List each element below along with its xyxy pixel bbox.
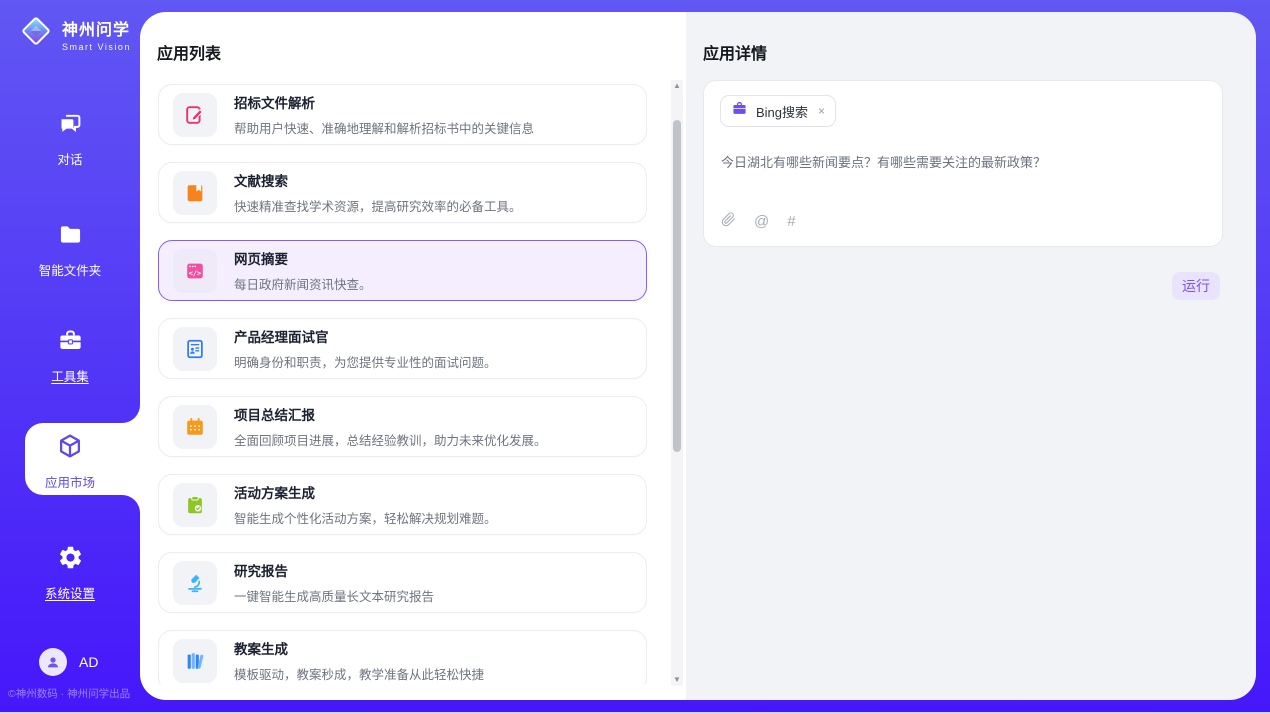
brand-diamond-icon [18, 13, 54, 54]
app-card-project-summary[interactable]: 项目总结汇报 全面回顾项目进展，总结经验教训，助力未来优化发展。 [158, 396, 647, 457]
tool-tag-bing-search[interactable]: Bing搜索 × [720, 95, 836, 127]
scrollbar-down-icon[interactable]: ▼ [671, 674, 683, 686]
app-card-desc: 明确身份和职责，为您提供专业性的面试问题。 [234, 352, 497, 371]
bubble-cap-top [122, 405, 140, 423]
sidebar-item-settings[interactable]: 系统设置 [0, 544, 140, 602]
scrollbar-up-icon[interactable]: ▲ [671, 80, 683, 92]
app-card-desc: 快速精准查找学术资源，提高研究效率的必备工具。 [234, 196, 522, 215]
brand-name: 神州问学 [62, 22, 130, 39]
folder-icon [57, 235, 84, 252]
app-card-desc: 模板驱动，教案秒成，教学准备从此轻松快捷 [234, 664, 484, 683]
app-card-desc: 全面回顾项目进展，总结经验教训，助力未来优化发展。 [234, 430, 547, 449]
app-card-web-summary[interactable]: </> 网页摘要 每日政府新闻资讯快查。 [158, 240, 647, 301]
app-card-desc: 每日政府新闻资讯快查。 [234, 274, 372, 293]
sidebar-item-chat[interactable]: 对话 [0, 110, 140, 168]
mention-at-icon[interactable]: @ [754, 213, 769, 231]
app-card-desc: 一键智能生成高质量长文本研究报告 [234, 586, 434, 605]
app-list-panel: 应用列表 招标文件解析 帮助用户快速、准确地理解和解析招标书中的关键信息 [140, 12, 686, 700]
brand-logo: 神州问学 Smart Vision [18, 13, 131, 54]
avatar [39, 648, 67, 676]
gear-icon [57, 558, 84, 575]
sidebar-item-toolset[interactable]: 工具集 [0, 327, 140, 385]
app-card-literature-search[interactable]: 文献搜索 快速精准查找学术资源，提高研究效率的必备工具。 [158, 162, 647, 223]
app-card-title: 教案生成 [234, 638, 484, 658]
query-text[interactable]: 今日湖北有哪些新闻要点？有哪些需要关注的最新政策？ [721, 153, 1206, 173]
app-card-title: 项目总结汇报 [234, 404, 547, 424]
cube-icon [56, 447, 84, 464]
list-scrollbar[interactable]: ▲ ▼ [671, 80, 683, 686]
clipboard-check-icon [173, 483, 217, 527]
hash-icon[interactable]: # [787, 213, 795, 231]
app-card-list: 招标文件解析 帮助用户快速、准确地理解和解析招标书中的关键信息 文献搜索 快速精… [158, 84, 647, 684]
tag-close-icon[interactable]: × [818, 104, 825, 118]
toolbox-icon [57, 341, 84, 358]
briefcase-icon [731, 100, 748, 122]
app-detail-panel: 应用详情 Bing搜索 × 今日湖北有哪些新闻要点？有哪些需要关注的最新政策？ [686, 12, 1256, 700]
app-card-desc: 智能生成个性化活动方案，轻松解决规划难题。 [234, 508, 497, 527]
sidebar-item-smart-folder[interactable]: 智能文件夹 [0, 221, 140, 279]
app-card-event-plan[interactable]: 活动方案生成 智能生成个性化活动方案，轻松解决规划难题。 [158, 474, 647, 535]
sidebar-item-label: 系统设置 [0, 583, 140, 602]
scrollbar-thumb[interactable] [673, 120, 681, 452]
app-card-title: 产品经理面试官 [234, 326, 497, 346]
sidebar-item-app-market[interactable]: 应用市场 [0, 432, 140, 491]
prompt-input-card[interactable]: Bing搜索 × 今日湖北有哪些新闻要点？有哪些需要关注的最新政策？ @ # [703, 80, 1223, 247]
user-name: AD [79, 654, 98, 670]
sidebar: 神州问学 Smart Vision 对话 智能文件夹 [0, 0, 140, 714]
sidebar-item-label: 应用市场 [0, 472, 140, 491]
app-card-title: 活动方案生成 [234, 482, 497, 502]
app-card-title: 网页摘要 [234, 248, 372, 268]
resume-icon [173, 327, 217, 371]
attachment-toolbar: @ # [721, 211, 796, 233]
run-button[interactable]: 运行 [1172, 272, 1220, 300]
brand-tagline: Smart Vision [62, 42, 131, 52]
document-edit-icon [173, 93, 217, 137]
app-card-pm-interviewer[interactable]: 产品经理面试官 明确身份和职责，为您提供专业性的面试问题。 [158, 318, 647, 379]
sidebar-item-label: 对话 [0, 149, 140, 168]
books-icon [173, 639, 217, 683]
content-area: 应用列表 招标文件解析 帮助用户快速、准确地理解和解析招标书中的关键信息 [140, 12, 1256, 700]
sidebar-item-label: 工具集 [0, 366, 140, 385]
sidebar-item-label: 智能文件夹 [0, 260, 140, 279]
bubble-cap-bottom [122, 495, 140, 513]
app-list-title: 应用列表 [157, 40, 221, 64]
browser-code-icon: </> [173, 249, 217, 293]
paperclip-icon[interactable] [721, 211, 736, 233]
app-card-desc: 帮助用户快速、准确地理解和解析招标书中的关键信息 [234, 118, 534, 137]
microscope-icon [173, 561, 217, 605]
tool-tag-label: Bing搜索 [756, 102, 808, 121]
calendar-icon [173, 405, 217, 449]
app-detail-title: 应用详情 [703, 40, 767, 64]
app-card-title: 研究报告 [234, 560, 434, 580]
svg-text:</>: </> [189, 269, 201, 277]
app-card-lesson-plan[interactable]: 教案生成 模板驱动，教案秒成，教学准备从此轻松快捷 [158, 630, 647, 684]
user-account[interactable]: AD [39, 648, 98, 676]
book-icon [173, 171, 217, 215]
chat-icon [57, 124, 84, 141]
app-card-title: 文献搜索 [234, 170, 522, 190]
copyright-text: ©神州数码 · 神州问学出品 [8, 686, 130, 701]
app-card-research-report[interactable]: 研究报告 一键智能生成高质量长文本研究报告 [158, 552, 647, 613]
app-card-bid-document-parse[interactable]: 招标文件解析 帮助用户快速、准确地理解和解析招标书中的关键信息 [158, 84, 647, 145]
app-card-title: 招标文件解析 [234, 92, 534, 112]
